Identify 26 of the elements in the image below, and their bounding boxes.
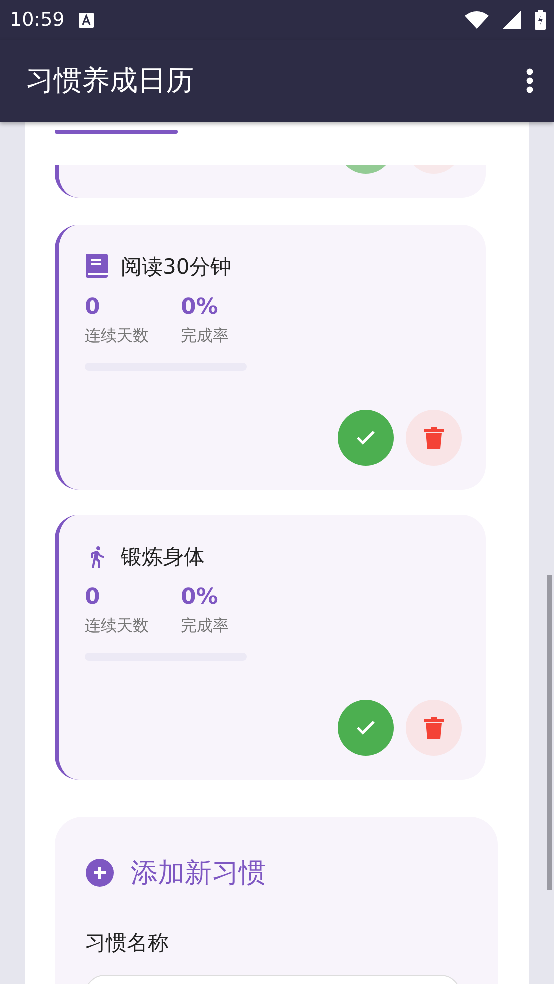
more-options-button[interactable] bbox=[526, 68, 534, 94]
notification-icon bbox=[78, 12, 94, 28]
streak-label: 连续天数 bbox=[85, 326, 149, 347]
signal-icon bbox=[503, 11, 521, 29]
check-icon bbox=[355, 719, 377, 737]
trash-icon bbox=[424, 716, 444, 740]
status-time: 10:59 bbox=[10, 9, 65, 31]
more-icon bbox=[526, 68, 534, 94]
app-title: 习惯养成日历 bbox=[26, 63, 195, 99]
book-icon bbox=[85, 254, 109, 280]
add-habit-title: 添加新习惯 bbox=[131, 857, 266, 891]
habit-name: 锻炼身体 bbox=[121, 544, 205, 571]
rate-label: 完成率 bbox=[181, 326, 229, 347]
rate-value: 0% bbox=[181, 295, 220, 320]
check-icon bbox=[355, 429, 377, 447]
rate-value: 0% bbox=[181, 585, 220, 610]
habit-name: 阅读30分钟 bbox=[121, 254, 232, 281]
streak-value: 0 bbox=[85, 585, 102, 610]
rate-label: 完成率 bbox=[181, 616, 229, 637]
habit-name-label: 习惯名称 bbox=[85, 930, 170, 957]
streak-label: 连续天数 bbox=[85, 616, 149, 637]
trash-icon bbox=[424, 426, 444, 450]
add-icon bbox=[85, 858, 115, 888]
battery-icon bbox=[535, 10, 546, 30]
wifi-icon bbox=[465, 11, 489, 29]
streak-value: 0 bbox=[85, 295, 102, 320]
